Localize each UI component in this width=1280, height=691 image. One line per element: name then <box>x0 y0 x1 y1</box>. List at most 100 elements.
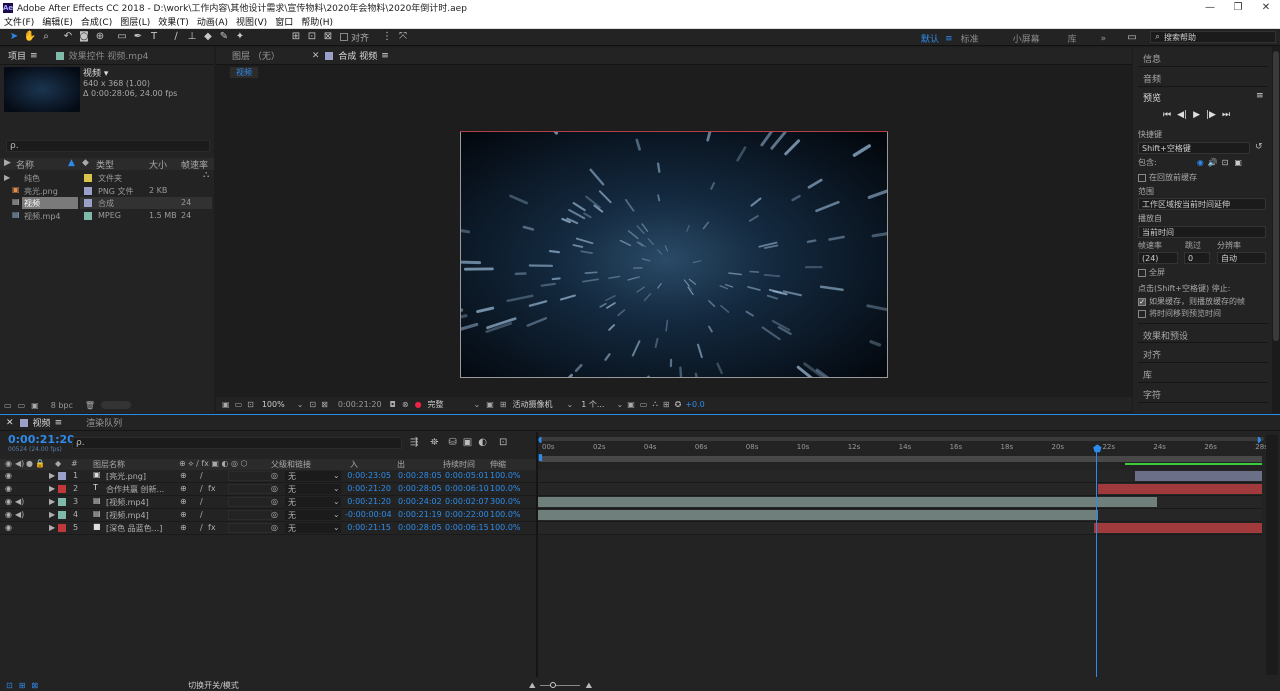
eye-icon[interactable]: ◉ <box>5 497 12 506</box>
interpret-footage-icon[interactable]: ▭ <box>4 401 12 410</box>
layer-row[interactable]: ◉ ▶ 5 ■ [深色 品蓝色...] ⊕ ∕ fx ◎ 无 ⌄ 0:00:21:15 0:00:28:… <box>0 522 536 535</box>
channel-icon[interactable]: ● <box>415 400 422 409</box>
view-axis-icon[interactable]: ⊠ <box>320 29 336 45</box>
draft-3d-icon[interactable]: ⊞ <box>663 400 670 409</box>
workspace-menu-icon[interactable]: ≡ <box>945 34 953 44</box>
toggle-switches-modes[interactable]: 切换开关/模式 <box>188 680 239 691</box>
shy-switch-icon[interactable]: ⊕ <box>180 523 187 532</box>
label-header-icon[interactable]: ◆ <box>55 459 61 468</box>
include-audio-icon[interactable]: 🔊 <box>1208 158 1218 167</box>
column-type[interactable]: 类型 <box>96 158 114 171</box>
shy-switch-icon[interactable]: ⊕ <box>180 471 187 480</box>
item-label-swatch[interactable] <box>84 174 92 182</box>
snapshot-icon[interactable]: ◘ <box>390 400 396 409</box>
layer-out[interactable]: 0:00:28:05 <box>398 484 442 493</box>
tab-libraries[interactable]: 库 <box>1138 363 1268 383</box>
time-ruler[interactable]: ◖ ◗ 00s 02s 04s 06s 08s 10s 12s 14s 16s 18s 20s 22s… <box>538 435 1274 467</box>
expand-all-icon[interactable]: ▶ <box>4 158 11 168</box>
timeline-search-input[interactable]: ρ. <box>72 437 402 449</box>
list-item[interactable]: ▶ 纯色 文件夹 <box>0 172 212 184</box>
layer-stretch[interactable]: 100.0% <box>490 523 521 532</box>
layer-bar[interactable] <box>538 510 1099 520</box>
solo-header-icon[interactable]: ● <box>26 459 33 468</box>
menu-effect[interactable]: 效果(T) <box>158 15 189 28</box>
shy-layers-icon[interactable]: ⛁ <box>448 437 456 448</box>
list-item[interactable]: ▣ 亮光.png PNG 文件 2 KB <box>0 185 212 197</box>
layer-row[interactable]: ◉ ◀) ▶ 4 ▤ [视频.mp4] ⊕ ∕ ◎ 无 ⌄ -0:00:00:04 0:00:21:19… <box>0 509 536 522</box>
transfer-controls-toggle-icon[interactable]: ⊞ <box>19 681 26 690</box>
menu-file[interactable]: 文件(F) <box>4 15 34 28</box>
resolution-dropdown-right[interactable]: 自动 <box>1217 252 1266 264</box>
layer-in[interactable]: 0:00:21:15 <box>345 523 391 532</box>
pen-tool-icon[interactable]: ✒ <box>130 29 146 45</box>
layer-duration[interactable]: 0:00:06:15 <box>445 523 489 532</box>
fps-dropdown[interactable]: (24) <box>1138 252 1178 264</box>
transparency-grid-icon[interactable]: ⊠ <box>321 400 328 409</box>
eye-icon[interactable]: ◉ <box>5 523 12 532</box>
layer-label-swatch[interactable] <box>58 524 66 532</box>
include-layer-icon[interactable]: ▣ <box>1234 158 1242 167</box>
time-navigator[interactable] <box>540 437 1264 441</box>
column-size[interactable]: 大小 <box>149 158 167 171</box>
layer-duration[interactable]: 0:00:22:00 <box>445 510 489 519</box>
tab-project[interactable]: 项目 <box>8 49 26 62</box>
shy-switch-icon[interactable]: ⊕ <box>180 510 187 519</box>
timeline-menu-icon[interactable]: ≡ <box>55 418 63 428</box>
expand-icon[interactable]: ▶ <box>49 471 55 480</box>
layer-out[interactable]: 0:00:28:05 <box>398 523 442 532</box>
layer-out[interactable]: 0:00:24:02 <box>398 497 442 506</box>
comp-breadcrumb[interactable]: 视频 <box>230 67 258 78</box>
playhead[interactable] <box>1096 445 1097 677</box>
clone-stamp-tool-icon[interactable]: ⊥ <box>184 29 200 45</box>
layer-in[interactable]: 0:00:21:20 <box>345 484 391 493</box>
zoom-dropdown-arrow-icon[interactable]: ⌄ <box>297 400 304 409</box>
parent-dropdown-arrow-icon[interactable]: ⌄ <box>333 471 340 480</box>
zoom-dropdown[interactable]: 100% <box>262 400 285 409</box>
project-scrollbar[interactable] <box>101 401 132 409</box>
layer-name[interactable]: 合作共赢 创新... <box>106 484 164 495</box>
work-area-start-icon[interactable]: ▮ <box>538 453 543 463</box>
quality-switch-icon[interactable]: ∕ <box>200 510 203 519</box>
views-dropdown[interactable]: 1 个... <box>581 399 604 410</box>
timeline-scrollbar[interactable] <box>1266 435 1278 675</box>
layer-row[interactable]: ◉ ▶ 1 ▣ [亮光.png] ⊕ ∕ ◎ 无 ⌄ 0:00:23:05 0:00:28:05 0:0… <box>0 470 536 483</box>
menu-composition[interactable]: 合成(C) <box>81 15 112 28</box>
column-duration[interactable]: 持续时间 <box>443 459 475 470</box>
workspace-default[interactable]: 默认 <box>921 32 939 45</box>
eraser-tool-icon[interactable]: ◆ <box>200 29 216 45</box>
sort-arrow-icon[interactable]: ▲ <box>68 158 75 168</box>
tab-effects-presets[interactable]: 效果和预设 <box>1138 323 1268 343</box>
comp-frame[interactable] <box>402 88 950 451</box>
column-number[interactable]: # <box>71 459 78 468</box>
audio-switch-header-icon[interactable]: ◀) <box>15 459 24 468</box>
resolution-dropdown[interactable]: 完整 <box>428 399 444 410</box>
layer-stretch[interactable]: 300.0% <box>490 497 521 506</box>
layer-in[interactable]: 0:00:21:20 <box>345 497 391 506</box>
pickwhip-icon[interactable]: ◎ <box>271 471 278 480</box>
tab-timeline[interactable]: 视频 <box>33 416 51 429</box>
brush-tool-icon[interactable]: ∕ <box>168 29 184 45</box>
new-composition-icon[interactable]: ▣ <box>31 401 39 410</box>
layer-name[interactable]: [深色 品蓝色...] <box>106 523 162 534</box>
minimize-button[interactable]: — <box>1196 0 1224 15</box>
column-parent[interactable]: 父级和链接 <box>271 459 311 470</box>
tab-info[interactable]: 信息 <box>1138 47 1268 67</box>
rectangle-tool-icon[interactable]: ▭ <box>114 29 130 45</box>
selection-tool-icon[interactable]: ➤ <box>6 29 22 45</box>
maximize-button[interactable]: ❐ <box>1224 0 1252 15</box>
previous-frame-icon[interactable]: ◀| <box>1177 110 1187 120</box>
tab-align[interactable]: 对齐 <box>1138 343 1268 363</box>
column-name[interactable]: 名称 <box>16 158 34 171</box>
skip-dropdown[interactable]: 0 <box>1184 252 1210 264</box>
menu-layer[interactable]: 图层(L) <box>120 15 150 28</box>
tab-audio[interactable]: 音频 <box>1138 67 1268 87</box>
last-frame-icon[interactable]: ⏭ <box>1222 110 1230 120</box>
eye-icon[interactable]: ◉ <box>5 471 12 480</box>
tab-layer[interactable]: 图层 （无） <box>232 49 280 62</box>
move-time-checkbox[interactable] <box>1138 309 1146 318</box>
audio-icon[interactable]: ◀) <box>15 497 24 506</box>
camera-dropdown[interactable]: 活动摄像机 <box>513 399 553 410</box>
rotate-tool-icon[interactable]: ↶ <box>60 29 76 45</box>
layer-duration[interactable]: 0:00:02:07 <box>445 497 489 506</box>
preview-title[interactable]: 预览 <box>1143 91 1161 104</box>
